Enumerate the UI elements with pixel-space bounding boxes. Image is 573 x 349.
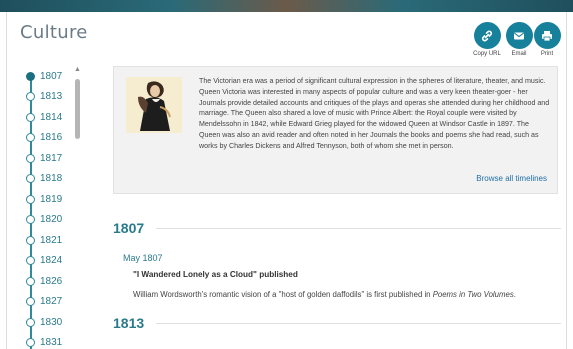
print-button[interactable]: Print <box>532 22 562 57</box>
timeline-year-label: 1820 <box>40 214 63 225</box>
timeline-dot <box>26 92 35 101</box>
timeline-dot <box>26 215 35 224</box>
divider <box>156 322 562 324</box>
victorian-lady-illustration <box>126 77 182 133</box>
event-desc-end: . <box>513 290 516 299</box>
timeline-item-1818[interactable]: 1818 <box>25 169 62 189</box>
event-month: May 1807 <box>123 253 163 263</box>
timeline-year-label: 1826 <box>40 275 63 287</box>
email-label: Email <box>511 51 527 57</box>
sidebar-scrollbar-thumb[interactable] <box>75 79 80 139</box>
timeline-item-1830[interactable]: 1830 <box>25 312 62 332</box>
year-heading-label: 1807 <box>113 220 145 236</box>
event-desc-book-title: Poems in Two Volumes <box>432 290 514 299</box>
timeline-dot <box>26 71 35 81</box>
print-label: Print <box>540 51 554 57</box>
year-heading-1807: 1807 <box>113 220 562 236</box>
copy-url-label: Copy URL <box>473 51 501 57</box>
timeline-dot <box>26 153 35 163</box>
timeline-item-1826[interactable]: 1826 <box>25 271 62 291</box>
timeline-year-label: 1807 <box>40 70 63 82</box>
browse-all-timelines-link[interactable]: Browse all timelines <box>476 174 547 183</box>
timeline-year-label: 1818 <box>40 173 63 184</box>
timeline-item-1807[interactable]: 1807 <box>25 66 62 86</box>
scroll-up-arrow-icon[interactable]: ▲ <box>74 66 81 73</box>
event-description: William Wordsworth's romantic vision of … <box>133 290 516 299</box>
email-button[interactable]: Email <box>504 22 534 57</box>
timeline-dot <box>26 276 35 286</box>
event-title: "I Wandered Lonely as a Cloud" published <box>133 270 298 279</box>
year-heading-1813: 1813 <box>113 315 562 331</box>
timeline-year-label: 1817 <box>40 152 63 164</box>
timeline-year-label: 1813 <box>40 91 63 102</box>
intro-paragraph: The Victorian era was a period of signif… <box>199 77 550 150</box>
intro-card: The Victorian era was a period of signif… <box>113 66 558 194</box>
timeline-dot <box>26 133 35 142</box>
page-title: Culture <box>20 22 88 43</box>
copy-url-button[interactable]: Copy URL <box>472 22 502 57</box>
timeline-item-1817[interactable]: 1817 <box>25 148 62 168</box>
timeline-dot <box>26 338 35 347</box>
timeline-item-1821[interactable]: 1821 <box>25 230 62 250</box>
timeline-item-1813[interactable]: 1813 <box>25 87 62 107</box>
timeline-dot <box>26 317 35 327</box>
timeline-dot <box>26 174 35 183</box>
timeline-item-1814[interactable]: 1814 <box>25 107 62 127</box>
timeline-year-label: 1821 <box>40 234 63 246</box>
timeline-item-1824[interactable]: 1824 <box>25 251 62 271</box>
timeline-year-label: 1831 <box>40 337 63 348</box>
timeline-year-label: 1830 <box>40 316 63 328</box>
divider <box>156 227 562 229</box>
timeline-item-1831[interactable]: 1831 <box>25 333 62 349</box>
timeline-dot <box>26 297 35 306</box>
timeline-item-1816[interactable]: 1816 <box>25 128 62 148</box>
timeline-dot <box>26 235 35 245</box>
timeline-item-1820[interactable]: 1820 <box>25 210 62 230</box>
timeline-year-label: 1816 <box>40 132 63 143</box>
timeline-year-label: 1827 <box>40 296 63 307</box>
timeline-year-label: 1819 <box>40 193 63 205</box>
printer-icon <box>533 22 561 49</box>
link-icon <box>473 22 501 49</box>
timeline-dot <box>26 112 35 122</box>
top-banner-image <box>0 0 573 12</box>
timeline-dot <box>26 194 35 204</box>
envelope-icon <box>505 22 533 49</box>
timeline-item-1827[interactable]: 1827 <box>25 292 62 312</box>
timeline-year-label: 1814 <box>40 111 63 123</box>
year-heading-label: 1813 <box>113 315 145 331</box>
timeline-dot <box>26 256 35 265</box>
timeline-item-1819[interactable]: 1819 <box>25 189 62 209</box>
event-desc-text: William Wordsworth's romantic vision of … <box>133 290 433 299</box>
timeline-year-label: 1824 <box>40 255 63 266</box>
